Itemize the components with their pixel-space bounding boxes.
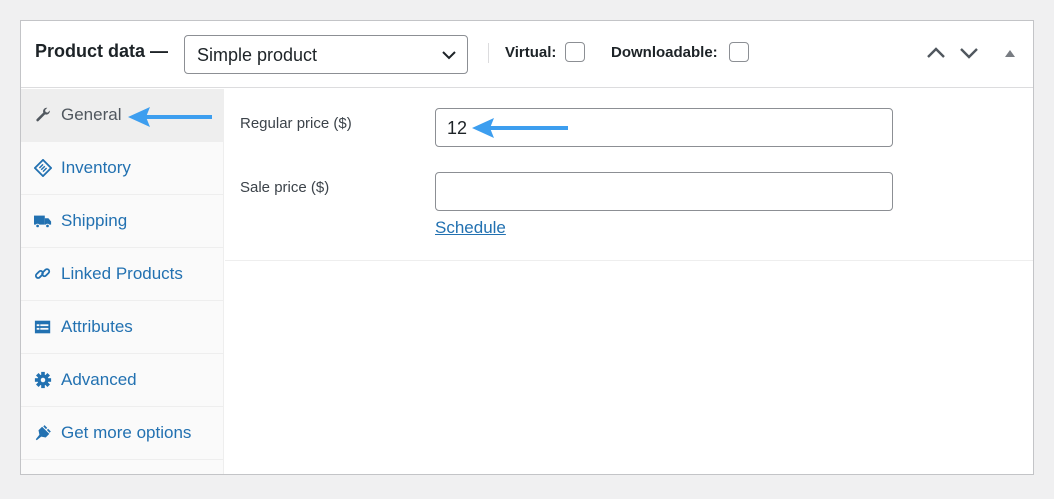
- link-icon: [34, 268, 51, 279]
- tab-get-more-options[interactable]: Get more options: [21, 407, 223, 460]
- annotation-arrow-icon: [128, 107, 212, 127]
- product-type-value: Simple product: [197, 45, 318, 65]
- plugin-icon: [35, 425, 51, 441]
- panel-header: Product data — Simple product Virtual: D…: [21, 21, 1033, 88]
- tab-linked-products[interactable]: Linked Products: [21, 248, 223, 301]
- list-icon: [34, 320, 51, 334]
- tab-label: Attributes: [61, 317, 133, 336]
- general-fields: Regular price ($) 12 Sale price ($) Sche…: [225, 89, 1033, 261]
- chevron-down-icon: [442, 51, 456, 60]
- downloadable-checkbox[interactable]: [729, 42, 749, 62]
- tab-label: Advanced: [61, 370, 137, 389]
- tab-label: Shipping: [61, 211, 128, 230]
- toggle-panel-icon[interactable]: [1004, 48, 1016, 58]
- sale-price-input[interactable]: [435, 172, 893, 211]
- virtual-label: Virtual:: [505, 44, 557, 61]
- wrench-icon: [36, 107, 50, 122]
- tab-label: Get more options: [61, 423, 192, 442]
- tab-label: Inventory: [61, 158, 131, 177]
- sale-price-label: Sale price ($): [240, 179, 330, 196]
- virtual-checkbox[interactable]: [565, 42, 585, 62]
- tab-label: Linked Products: [61, 264, 183, 283]
- header-separator: [488, 43, 489, 63]
- schedule-link[interactable]: Schedule: [435, 218, 506, 238]
- move-down-icon[interactable]: [958, 45, 980, 61]
- gear-icon: [34, 371, 52, 389]
- tab-attributes[interactable]: Attributes: [21, 301, 223, 354]
- tag-icon: [34, 159, 52, 177]
- downloadable-label: Downloadable:: [611, 44, 718, 61]
- move-up-icon[interactable]: [925, 45, 947, 61]
- tab-label: General: [61, 105, 122, 124]
- product-data-panel: Product data — Simple product Virtual: D…: [20, 20, 1034, 475]
- annotation-arrow-icon: [472, 118, 568, 138]
- product-data-tabs: General Inventory Shipping Linked Produc…: [21, 89, 224, 474]
- panel-title: Product data —: [35, 41, 169, 61]
- regular-price-label: Regular price ($): [240, 115, 352, 132]
- tab-shipping[interactable]: Shipping: [21, 195, 223, 248]
- truck-icon: [34, 215, 52, 229]
- product-type-select[interactable]: Simple product: [184, 35, 468, 74]
- tab-advanced[interactable]: Advanced: [21, 354, 223, 407]
- tab-inventory[interactable]: Inventory: [21, 142, 223, 195]
